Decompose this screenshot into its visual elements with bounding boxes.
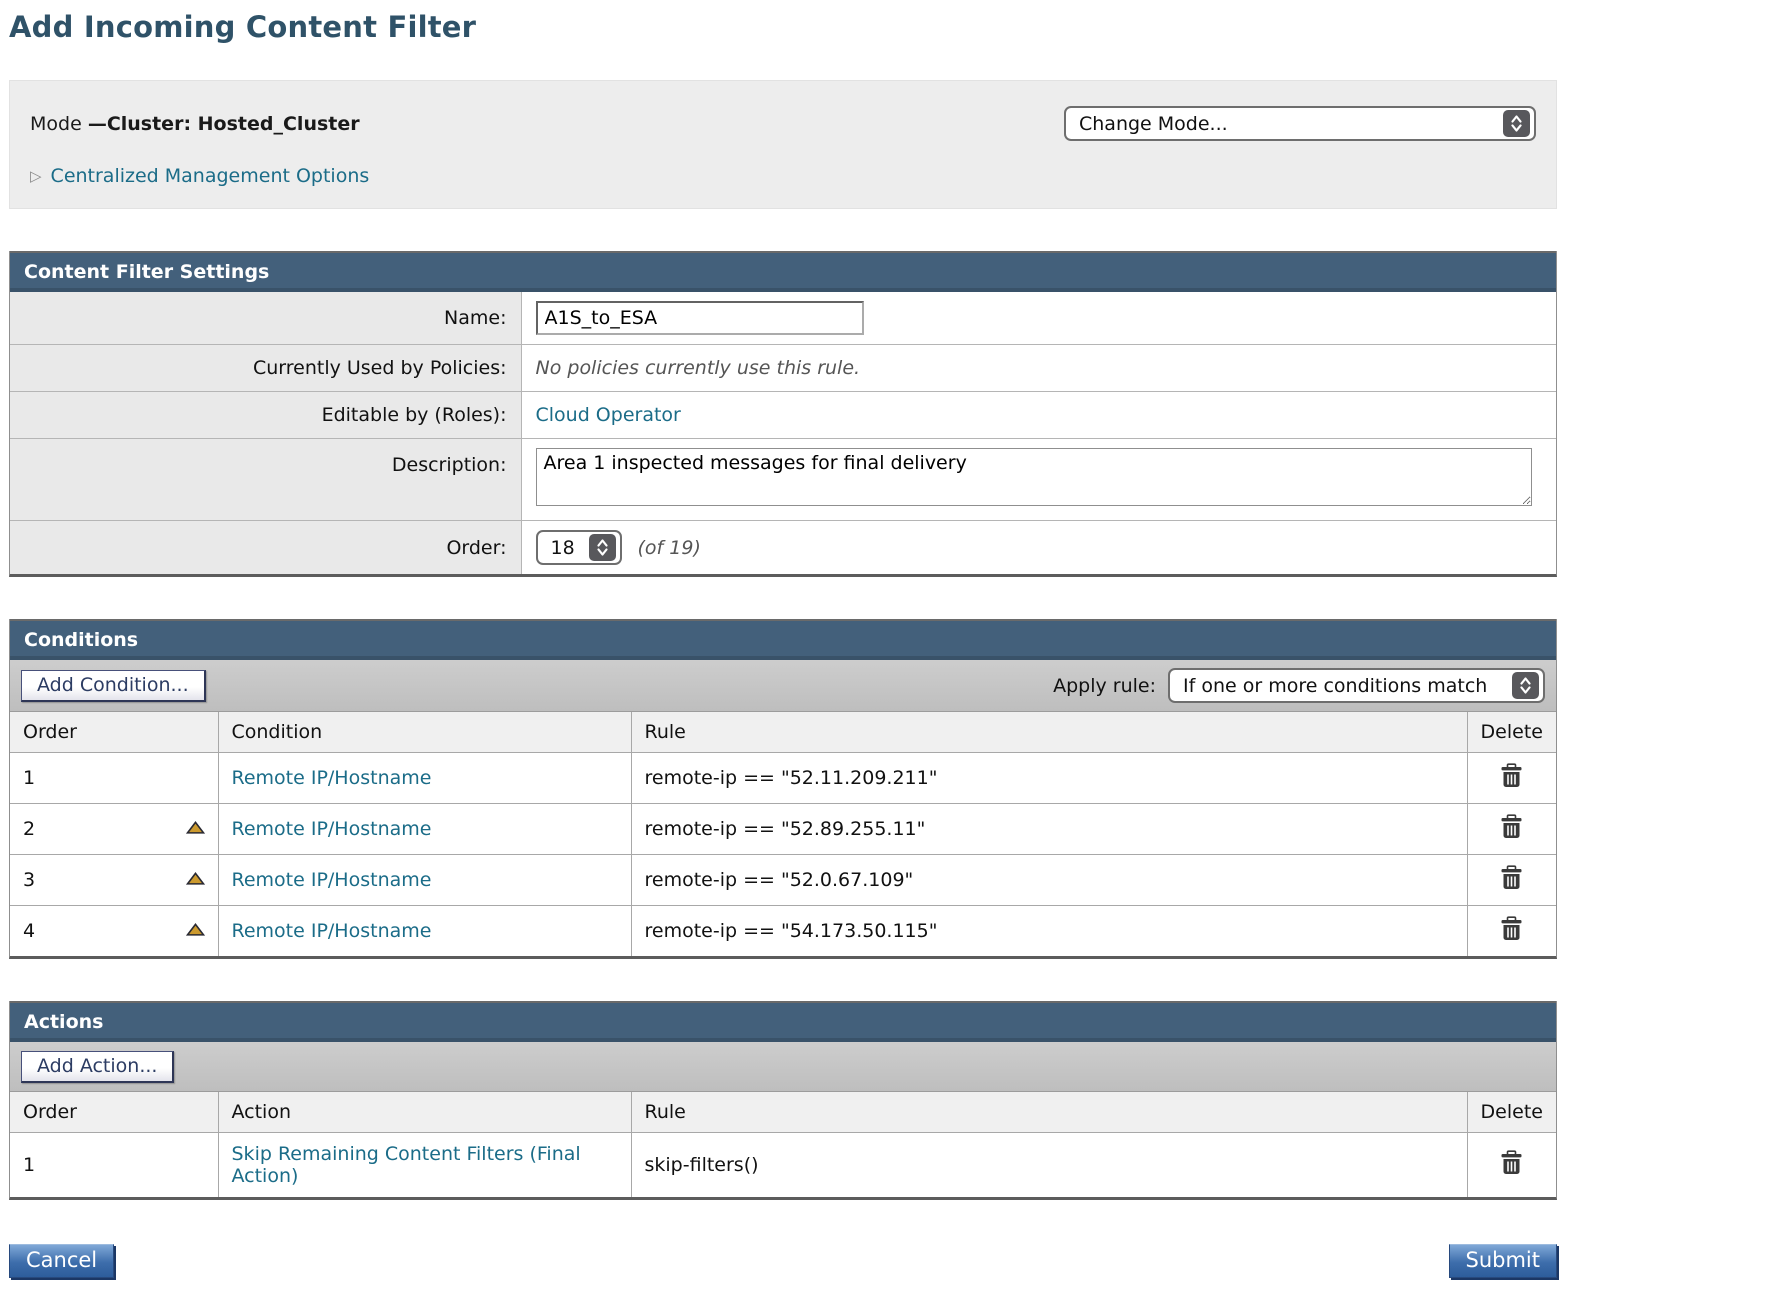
action-link[interactable]: Skip Remaining Content Filters (Final Ac… xyxy=(232,1143,581,1187)
condition-order: 1 xyxy=(10,753,218,804)
delete-trash-icon[interactable] xyxy=(1500,1150,1523,1175)
actions-header: Actions xyxy=(10,1001,1556,1042)
change-mode-select[interactable]: Change Mode... xyxy=(1064,106,1536,141)
delete-trash-icon[interactable] xyxy=(1500,865,1523,890)
centralized-management-options-link[interactable]: Centralized Management Options xyxy=(51,165,370,187)
column-header-delete: Delete xyxy=(1467,1092,1556,1133)
policies-value: No policies currently use this rule. xyxy=(536,357,861,379)
move-up-arrow-icon[interactable] xyxy=(186,923,205,937)
condition-rule: remote-ip == "54.173.50.115" xyxy=(631,906,1467,957)
actions-table: Order Action Rule Delete 1 Skip Remainin… xyxy=(10,1092,1556,1197)
condition-row: 1 Remote IP/Hostname remote-ip == "52.11… xyxy=(10,753,1556,804)
condition-rule: remote-ip == "52.89.255.11" xyxy=(631,804,1467,855)
column-header-order: Order xyxy=(10,712,218,753)
order-hint: (of 19) xyxy=(638,537,701,559)
select-stepper-icon xyxy=(1503,110,1530,137)
action-order: 1 xyxy=(10,1133,218,1198)
condition-rule: remote-ip == "52.11.209.211" xyxy=(631,753,1467,804)
add-incoming-content-filter-page: Add Incoming Content Filter Mode —Cluste… xyxy=(9,0,1557,1296)
mode-panel: Mode —Cluster: Hosted_Cluster Change Mod… xyxy=(9,80,1557,209)
condition-row: 4 Remote IP/Hostname remote-ip == "54.17… xyxy=(10,906,1556,957)
move-up-arrow-icon[interactable] xyxy=(186,872,205,886)
submit-button[interactable]: Submit xyxy=(1449,1244,1558,1278)
apply-rule-label: Apply rule: xyxy=(1053,675,1156,697)
change-mode-select-value: Change Mode... xyxy=(1079,113,1228,135)
order-row: Order: 18 (of 19) xyxy=(10,521,1556,575)
name-row: Name: xyxy=(10,292,1556,345)
content-filter-settings-header: Content Filter Settings xyxy=(10,251,1556,292)
name-input[interactable] xyxy=(536,301,864,335)
content-filter-settings-section: Content Filter Settings Name: Currently … xyxy=(9,251,1557,577)
description-label: Description: xyxy=(10,439,521,521)
order-label: Order: xyxy=(10,521,521,575)
condition-order: 2 xyxy=(23,818,35,840)
policies-label: Currently Used by Policies: xyxy=(10,345,521,392)
condition-row: 2 Remote IP/Hostname remote-ip == "52.89… xyxy=(10,804,1556,855)
condition-order: 3 xyxy=(23,869,35,891)
policies-row: Currently Used by Policies: No policies … xyxy=(10,345,1556,392)
conditions-toolbar: Add Condition... Apply rule: If one or m… xyxy=(10,660,1556,712)
footer-buttons: Cancel Submit xyxy=(9,1244,1557,1296)
condition-rule: remote-ip == "52.0.67.109" xyxy=(631,855,1467,906)
conditions-table-header-row: Order Condition Rule Delete xyxy=(10,712,1556,753)
conditions-section: Conditions Add Condition... Apply rule: … xyxy=(9,619,1557,959)
action-row: 1 Skip Remaining Content Filters (Final … xyxy=(10,1133,1556,1198)
condition-link[interactable]: Remote IP/Hostname xyxy=(232,869,432,891)
conditions-header: Conditions xyxy=(10,619,1556,660)
roles-row: Editable by (Roles): Cloud Operator xyxy=(10,392,1556,439)
column-header-order: Order xyxy=(10,1092,218,1133)
add-action-button[interactable]: Add Action... xyxy=(21,1051,174,1083)
action-rule: skip-filters() xyxy=(631,1133,1467,1198)
roles-label: Editable by (Roles): xyxy=(10,392,521,439)
select-stepper-icon xyxy=(589,534,616,561)
column-header-delete: Delete xyxy=(1467,712,1556,753)
cloud-operator-link[interactable]: Cloud Operator xyxy=(536,404,681,426)
mode-text: Mode —Cluster: Hosted_Cluster xyxy=(30,113,360,135)
condition-order: 4 xyxy=(23,920,35,942)
actions-table-header-row: Order Action Rule Delete xyxy=(10,1092,1556,1133)
page-title: Add Incoming Content Filter xyxy=(9,10,1557,44)
column-header-action: Action xyxy=(218,1092,631,1133)
actions-toolbar: Add Action... xyxy=(10,1042,1556,1092)
actions-section: Actions Add Action... Order Action Rule … xyxy=(9,1001,1557,1200)
description-textarea[interactable]: Area 1 inspected messages for final deli… xyxy=(536,448,1532,506)
order-select[interactable]: 18 xyxy=(536,530,622,565)
conditions-table: Order Condition Rule Delete 1 Remote IP/… xyxy=(10,712,1556,956)
name-label: Name: xyxy=(10,292,521,345)
move-up-arrow-icon[interactable] xyxy=(186,821,205,835)
column-header-rule: Rule xyxy=(631,1092,1467,1133)
column-header-rule: Rule xyxy=(631,712,1467,753)
condition-link[interactable]: Remote IP/Hostname xyxy=(232,920,432,942)
add-condition-button[interactable]: Add Condition... xyxy=(21,670,206,702)
condition-row: 3 Remote IP/Hostname remote-ip == "52.0.… xyxy=(10,855,1556,906)
delete-trash-icon[interactable] xyxy=(1500,814,1523,839)
apply-rule-select-value: If one or more conditions match xyxy=(1183,675,1487,697)
apply-rule-select[interactable]: If one or more conditions match xyxy=(1168,668,1545,703)
mode-value: —Cluster: Hosted_Cluster xyxy=(88,113,360,135)
expand-triangle-icon[interactable]: ▷ xyxy=(30,169,42,184)
cancel-button[interactable]: Cancel xyxy=(9,1244,114,1278)
mode-label: Mode xyxy=(30,113,88,135)
delete-trash-icon[interactable] xyxy=(1500,763,1523,788)
delete-trash-icon[interactable] xyxy=(1500,916,1523,941)
description-row: Description: Area 1 inspected messages f… xyxy=(10,439,1556,521)
condition-link[interactable]: Remote IP/Hostname xyxy=(232,818,432,840)
condition-link[interactable]: Remote IP/Hostname xyxy=(232,767,432,789)
order-select-value: 18 xyxy=(551,537,575,559)
column-header-condition: Condition xyxy=(218,712,631,753)
select-stepper-icon xyxy=(1512,672,1539,699)
